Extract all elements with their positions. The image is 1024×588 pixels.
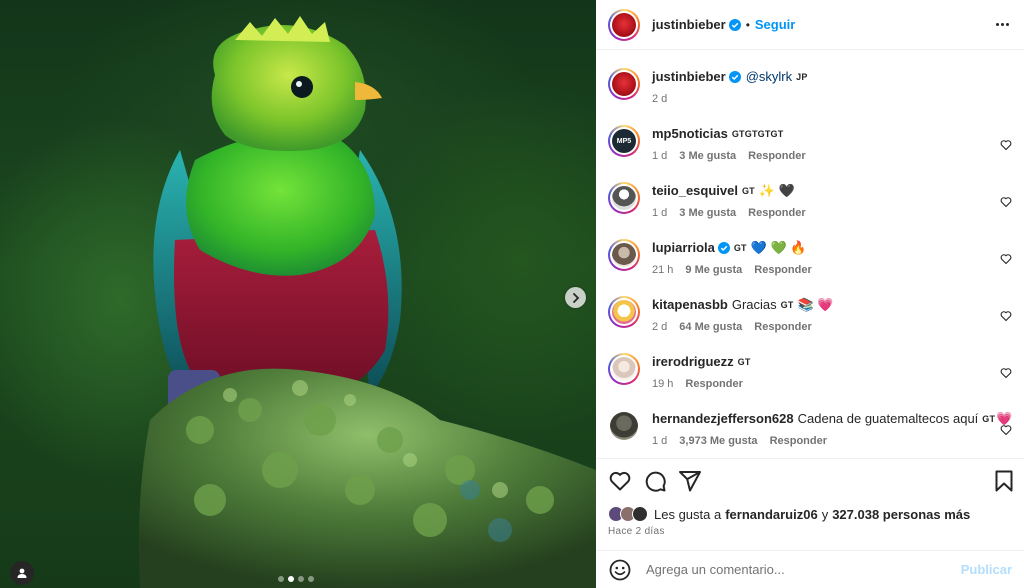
tagged-users-button[interactable]: [10, 561, 34, 585]
flag-emoji: GT: [780, 300, 794, 310]
comment-time[interactable]: 19 h: [652, 378, 673, 390]
verified-badge-icon: [717, 242, 730, 254]
reply-button[interactable]: Responder: [685, 378, 742, 390]
more-options-icon[interactable]: [992, 23, 1012, 26]
comment-text: Gracias: [731, 297, 777, 312]
carousel-indicator: [278, 576, 314, 582]
flag-emoji: GT: [733, 243, 747, 253]
comment-likes[interactable]: 3 Me gusta: [679, 207, 736, 219]
comment-time[interactable]: 21 h: [652, 264, 673, 276]
comment-row: irerodriguezz GT 19 h Responder: [608, 353, 1012, 390]
comment-row: teiio_esquivel GT ✨ 🖤 1 d 3 Me gusta Res…: [608, 182, 1012, 219]
next-slide-button[interactable]: [565, 287, 586, 308]
likes-others[interactable]: 327.038 personas más: [832, 507, 970, 522]
comment-avatar[interactable]: [608, 410, 640, 442]
comment-avatar[interactable]: [608, 182, 640, 214]
user-icon: [17, 568, 27, 578]
comment-time[interactable]: 1 d: [652, 150, 667, 162]
caption-time[interactable]: 2 d: [652, 93, 667, 105]
follow-button[interactable]: Seguir: [755, 17, 795, 32]
post-comment-button[interactable]: Publicar: [961, 562, 1012, 577]
likes-prefix: Les gusta a: [654, 506, 722, 522]
caption-mention-link[interactable]: @skylrk: [746, 68, 792, 86]
comment-input[interactable]: [646, 562, 961, 577]
carousel-dot-active: [288, 576, 294, 582]
heart-icon[interactable]: [1000, 253, 1012, 265]
header-separator: •: [745, 17, 750, 32]
post-actions: Les gusta a fernandaruiz06 y 327.038 per…: [596, 458, 1024, 537]
reply-button[interactable]: Responder: [748, 150, 805, 162]
heart-icon[interactable]: [1000, 196, 1012, 208]
comment-emoji: 💙 💚 🔥: [750, 240, 807, 255]
verified-badge-icon: [728, 71, 741, 83]
heart-icon[interactable]: [1000, 367, 1012, 379]
heart-icon[interactable]: [1000, 310, 1012, 322]
carousel-dot: [308, 576, 314, 582]
comment-avatar[interactable]: [608, 296, 640, 328]
author-avatar[interactable]: [608, 8, 640, 41]
flag-emoji: GT: [982, 414, 996, 424]
comment-username[interactable]: mp5noticias: [652, 125, 728, 143]
share-icon[interactable]: [678, 469, 702, 493]
reply-button[interactable]: Responder: [754, 264, 811, 276]
comment-emoji: 📚 💗: [797, 297, 834, 312]
flag-emoji: GT: [737, 357, 751, 367]
comment-likes[interactable]: 64 Me gusta: [679, 321, 742, 333]
reply-button[interactable]: Responder: [754, 321, 811, 333]
flag-emoji: GTGTGTGT: [731, 129, 784, 139]
reply-button[interactable]: Responder: [748, 207, 805, 219]
comment-avatar[interactable]: [608, 239, 640, 271]
flag-emoji: JP: [796, 72, 808, 82]
comment-username[interactable]: kitapenasbb: [652, 296, 728, 314]
post-media[interactable]: [0, 0, 596, 588]
comment-row: lupiarriola GT 💙 💚 🔥 21 h 9 Me gusta Res…: [608, 239, 1012, 276]
comment-emoji: ✨ 🖤: [758, 183, 795, 198]
chevron-right-icon: [572, 292, 579, 303]
reply-button[interactable]: Responder: [770, 435, 827, 447]
comment-row: hernandezjefferson628 Cadena de guatemal…: [608, 410, 1012, 447]
post-side-panel: justinbieber • Seguir justinbieber @skyl…: [596, 0, 1024, 588]
caption-username[interactable]: justinbieber: [652, 68, 726, 86]
comment-row: kitapenasbb Gracias GT 📚 💗 2 d 64 Me gus…: [608, 296, 1012, 333]
likes-middle: y: [821, 506, 829, 522]
comment-likes[interactable]: 9 Me gusta: [685, 264, 742, 276]
author-username[interactable]: justinbieber: [652, 17, 726, 32]
flag-emoji: GT: [741, 186, 755, 196]
caption-author-avatar[interactable]: [608, 68, 640, 100]
heart-icon[interactable]: [608, 469, 632, 493]
comment-time[interactable]: 1 d: [652, 435, 667, 447]
comment-username[interactable]: teiio_esquivel: [652, 182, 738, 200]
comment-row: MP5 mp5noticias GTGTGTGT 1 d 3 Me gusta …: [608, 125, 1012, 162]
comment-username[interactable]: lupiarriola: [652, 239, 715, 257]
post-header: justinbieber • Seguir: [596, 0, 1024, 50]
comment-username[interactable]: hernandezjefferson628: [652, 410, 794, 428]
caption: justinbieber @skylrk JP 2 d: [608, 68, 1012, 105]
comment-likes[interactable]: 3 Me gusta: [679, 150, 736, 162]
comment-likes[interactable]: 3,973 Me gusta: [679, 435, 757, 447]
comment-time[interactable]: 2 d: [652, 321, 667, 333]
verified-badge-icon: [728, 18, 741, 31]
comment-text: Cadena de guatemaltecos aquí: [797, 411, 979, 426]
heart-icon[interactable]: [1000, 424, 1012, 436]
carousel-dot: [298, 576, 304, 582]
posted-time[interactable]: Hace 2 días: [596, 526, 1024, 537]
quetzal-bird-image: [138, 16, 596, 588]
comment-icon[interactable]: [643, 469, 667, 493]
comment-composer: Publicar: [596, 550, 1024, 588]
comments-list[interactable]: justinbieber @skylrk JP 2 d MP5 mp5notic…: [596, 51, 1024, 458]
emoji-icon[interactable]: [608, 558, 632, 582]
liker-username[interactable]: fernandaruiz06: [725, 507, 817, 522]
carousel-dot: [278, 576, 284, 582]
liker-avatars: [608, 506, 648, 522]
comment-avatar[interactable]: MP5: [608, 125, 640, 157]
comment-avatar[interactable]: [608, 353, 640, 385]
likes-summary[interactable]: Les gusta a fernandaruiz06 y 327.038 per…: [596, 503, 1024, 525]
bookmark-icon[interactable]: [992, 469, 1016, 493]
comment-time[interactable]: 1 d: [652, 207, 667, 219]
comment-username[interactable]: irerodriguezz: [652, 353, 734, 371]
heart-icon[interactable]: [1000, 139, 1012, 151]
